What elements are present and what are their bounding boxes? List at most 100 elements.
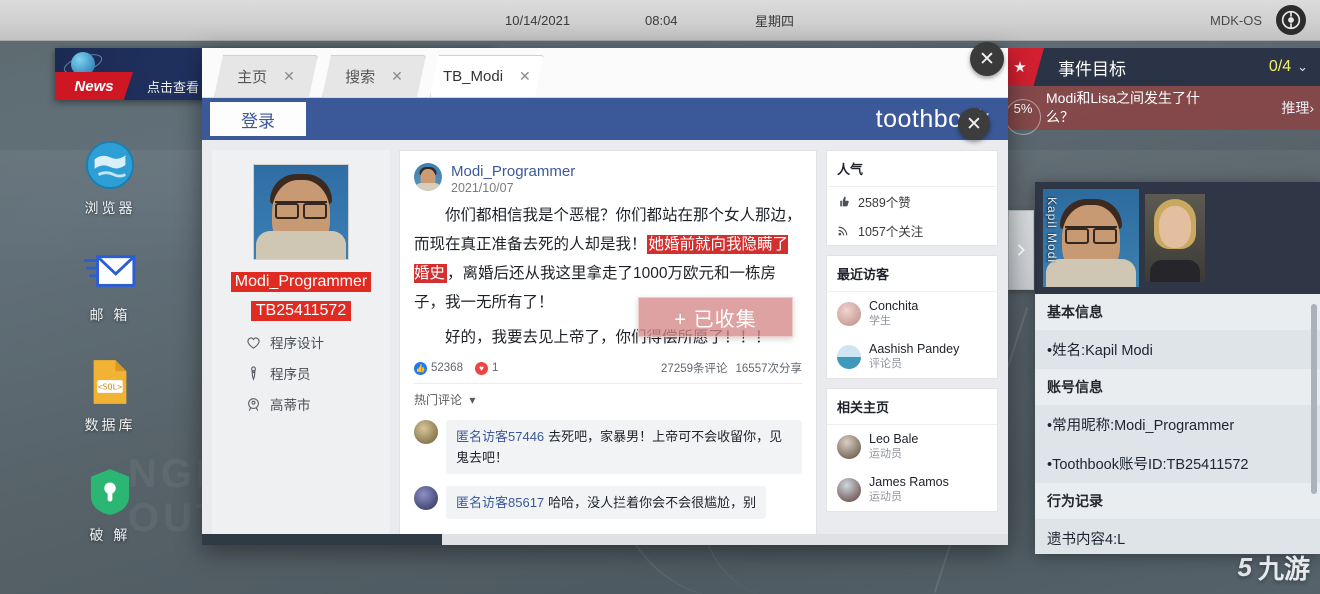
close-icon: ✕ [966, 113, 982, 135]
comment-bubble: 匿名访客85617 哈哈，没人拦着你会不会很尴尬，别 [446, 486, 767, 519]
event-objective-panel: ★ 事件目标 0/4 ⌄ 5% Modi和Lisa之间发生了什么？ 推理› [1000, 48, 1320, 138]
close-icon[interactable]: ✕ [519, 68, 531, 85]
list-item[interactable]: Leo Bale 运动员 [827, 425, 997, 468]
desktop-icon-mail[interactable]: 邮 箱 [50, 245, 170, 325]
event-header: ★ 事件目标 0/4 ⌄ [1000, 48, 1320, 86]
portrait-glasses [275, 200, 327, 219]
avatar [414, 420, 438, 444]
post-column: Modi_Programmer 2021/10/07 你们都相信我是个恶棍？你们… [399, 150, 817, 535]
heart-icon [247, 336, 260, 349]
dossier-photo-lisa [1145, 194, 1205, 282]
tab-label: 搜索 [345, 69, 376, 86]
list-item[interactable]: Conchita 学生 [827, 292, 997, 335]
desktop-icon-label: 破 解 [89, 527, 131, 543]
site-body: Modi_Programmer TB25411572 程序设计 程序员 高蒂市 [202, 140, 1008, 545]
outer-close-button[interactable]: ✕ [970, 42, 1004, 76]
close-icon: ✕ [979, 48, 995, 70]
dossier-item: •姓名:Kapil Modi [1035, 330, 1320, 369]
post-author[interactable]: Modi_Programmer [451, 163, 575, 180]
system-weekday: 星期四 [755, 13, 795, 29]
dossier-section-heading: 基本信息 [1035, 294, 1320, 330]
browser-tab-search[interactable]: 搜索 ✕ [322, 55, 426, 97]
progress-ring-icon [1005, 98, 1041, 135]
watermark-logo: 5 [1237, 552, 1252, 582]
portrait-body [1150, 260, 1200, 282]
comment-author[interactable]: 匿名访客85617 [456, 495, 544, 510]
system-os-name: MDK-OS [1210, 12, 1262, 28]
related-pages-title: 相关主页 [827, 389, 997, 425]
desktop-icon-database[interactable]: <SQL> 数据库 [50, 355, 170, 435]
post-hearts: 1 [491, 362, 499, 374]
popularity-card: 人气 2589个赞 1057个关注 [826, 150, 998, 246]
like-icon: 👍 [414, 361, 427, 375]
post-likes: 52368 [431, 362, 463, 374]
chevron-right-icon [1017, 244, 1025, 256]
location-icon [248, 397, 259, 411]
post-date: 2021/10/07 [451, 181, 514, 195]
comment-text: 哈哈，没人拦着你会不会很尴尬，别 [548, 495, 757, 510]
sql-file-icon: <SQL> [83, 355, 137, 409]
visitor-role: 学生 [869, 315, 891, 327]
browser-tab-tb-modi[interactable]: TB_Modi ✕ [430, 55, 544, 97]
profile-row-interest: 程序设计 [246, 332, 390, 352]
watermark: 5 九游 [1238, 549, 1310, 586]
visitor-role: 评论员 [869, 358, 902, 370]
window-horizontal-scrollbar[interactable] [202, 534, 1008, 545]
dossier-panel: Kapil Modi 基本信息 •姓名:Kapil Modi 账号信息 •常用昵… [1035, 182, 1320, 554]
svg-text:<SQL>: <SQL> [98, 381, 123, 391]
profile-row-job: 程序员 [246, 363, 390, 383]
desktop-icon-crack[interactable]: 破 解 [50, 465, 170, 545]
system-time: 08:04 [645, 12, 678, 28]
close-icon[interactable]: ✕ [391, 68, 403, 85]
comment-sort-row[interactable]: 热门评论 ▾ [414, 383, 802, 408]
browser-tab-strip: 主页 ✕ 搜索 ✕ TB_Modi ✕ [202, 48, 1008, 98]
related-name: Leo Bale [869, 432, 919, 446]
profile-row-label: 高蒂市 [270, 398, 311, 413]
dossier-scrollbar[interactable] [1311, 304, 1317, 494]
avatar [414, 486, 438, 510]
profile-row-label: 程序设计 [270, 336, 324, 351]
desktop-icon-label: 数据库 [84, 417, 136, 433]
chevron-down-icon[interactable]: ⌄ [1297, 59, 1308, 75]
watermark-text: 九游 [1257, 554, 1310, 584]
event-quest-row[interactable]: 5% Modi和Lisa之间发生了什么？ 推理› [1000, 86, 1320, 135]
event-counter: 0/4 [1268, 58, 1292, 75]
avatar [837, 434, 861, 459]
tab-label: TB_Modi [443, 68, 504, 85]
browser-tab-home[interactable]: 主页 ✕ [214, 55, 318, 97]
desktop-icon-label: 浏览器 [84, 200, 136, 216]
browser-window: 主页 ✕ 搜索 ✕ TB_Modi ✕ ✕ 登录 toothbook Modi_… [202, 48, 1008, 545]
portrait-shirt [256, 231, 346, 259]
tie-icon [251, 365, 256, 381]
comment-sort-label: 热门评论 [414, 393, 463, 407]
recent-visitors-card: 最近访客 Conchita 学生 Aashish Pandey 评论员 [826, 255, 998, 379]
news-text[interactable]: 点击查看 [147, 77, 199, 96]
site-header: 登录 toothbook [202, 98, 1008, 140]
dossier-section-heading: 账号信息 [1035, 369, 1320, 405]
expand-panel-button[interactable] [1008, 210, 1034, 290]
os-logo-icon[interactable] [1276, 5, 1306, 35]
news-badge: News [55, 72, 133, 100]
list-item[interactable]: James Ramos 运动员 [827, 468, 997, 511]
browser-close-button[interactable]: ✕ [958, 108, 990, 140]
popularity-likes-row: 2589个赞 [827, 187, 997, 216]
list-item[interactable]: Aashish Pandey 评论员 [827, 335, 997, 378]
system-date: 10/14/2021 [505, 12, 571, 28]
chevron-down-icon: ▾ [469, 393, 476, 407]
profile-column: Modi_Programmer TB25411572 程序设计 程序员 高蒂市 [212, 150, 390, 535]
event-question: Modi和Lisa之间发生了什么？ [1046, 90, 1201, 125]
desktop-icon-browser[interactable]: 浏览器 [50, 138, 170, 218]
close-icon[interactable]: ✕ [283, 68, 295, 85]
comment-author[interactable]: 匿名访客57446 [456, 429, 544, 444]
profile-id: TB25411572 [250, 301, 352, 321]
collected-clue-tooltip[interactable]: + 已收集 [638, 297, 793, 337]
desktop-screen: NGDOUT 10/14/2021 08:04 星期四 MDK-OS 浏览器 [0, 0, 1320, 594]
visitor-name: Conchita [869, 299, 919, 313]
event-reason-link[interactable]: 推理› [1281, 98, 1314, 118]
comment-item: 匿名访客57446 去死吧，家暴男！上帝可不会收留你，见鬼去吧！ [414, 420, 802, 474]
related-role: 运动员 [869, 448, 902, 460]
avatar [837, 477, 861, 502]
profile-avatar [253, 164, 349, 260]
scrollbar-thumb[interactable] [202, 534, 442, 545]
login-button[interactable]: 登录 [210, 102, 306, 136]
